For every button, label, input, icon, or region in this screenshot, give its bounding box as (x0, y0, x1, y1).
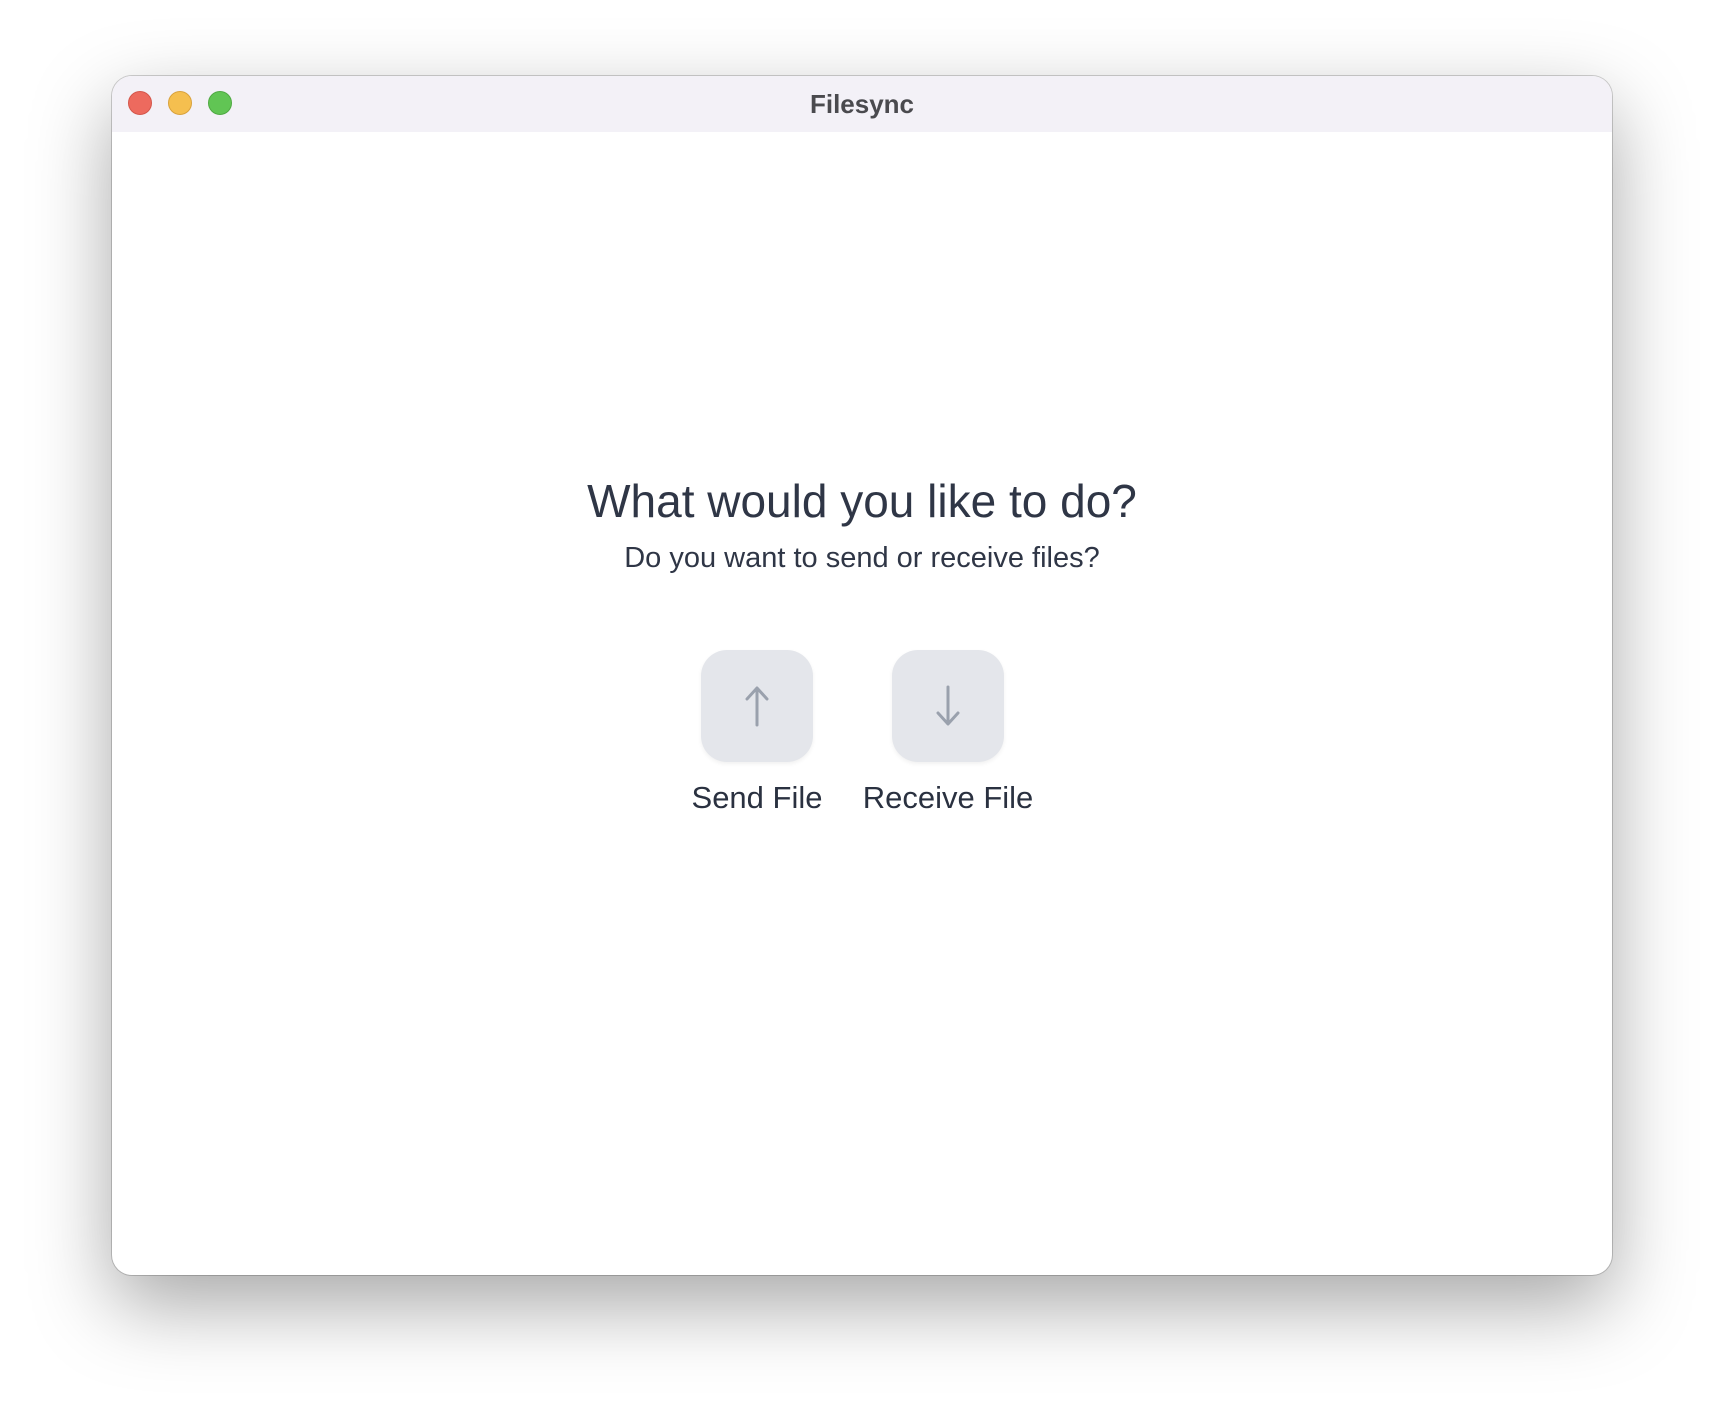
arrow-down-icon (936, 685, 960, 726)
receive-file-label: Receive File (862, 780, 1034, 815)
receive-file-tile[interactable] (892, 650, 1004, 762)
window-title: Filesync (809, 89, 915, 119)
send-file-tile[interactable] (701, 650, 813, 762)
arrow-up-icon (745, 686, 769, 727)
title-bar: Filesync (112, 76, 1612, 132)
page-heading: What would you like to do? (587, 475, 1137, 527)
page-subheading: Do you want to send or receive files? (624, 542, 1100, 574)
send-file-button[interactable]: Send File (657, 650, 857, 816)
app-window: Filesync What would you like to do? Do y… (112, 76, 1612, 1275)
receive-file-button[interactable]: Receive File (848, 650, 1048, 816)
send-file-label: Send File (691, 780, 823, 815)
